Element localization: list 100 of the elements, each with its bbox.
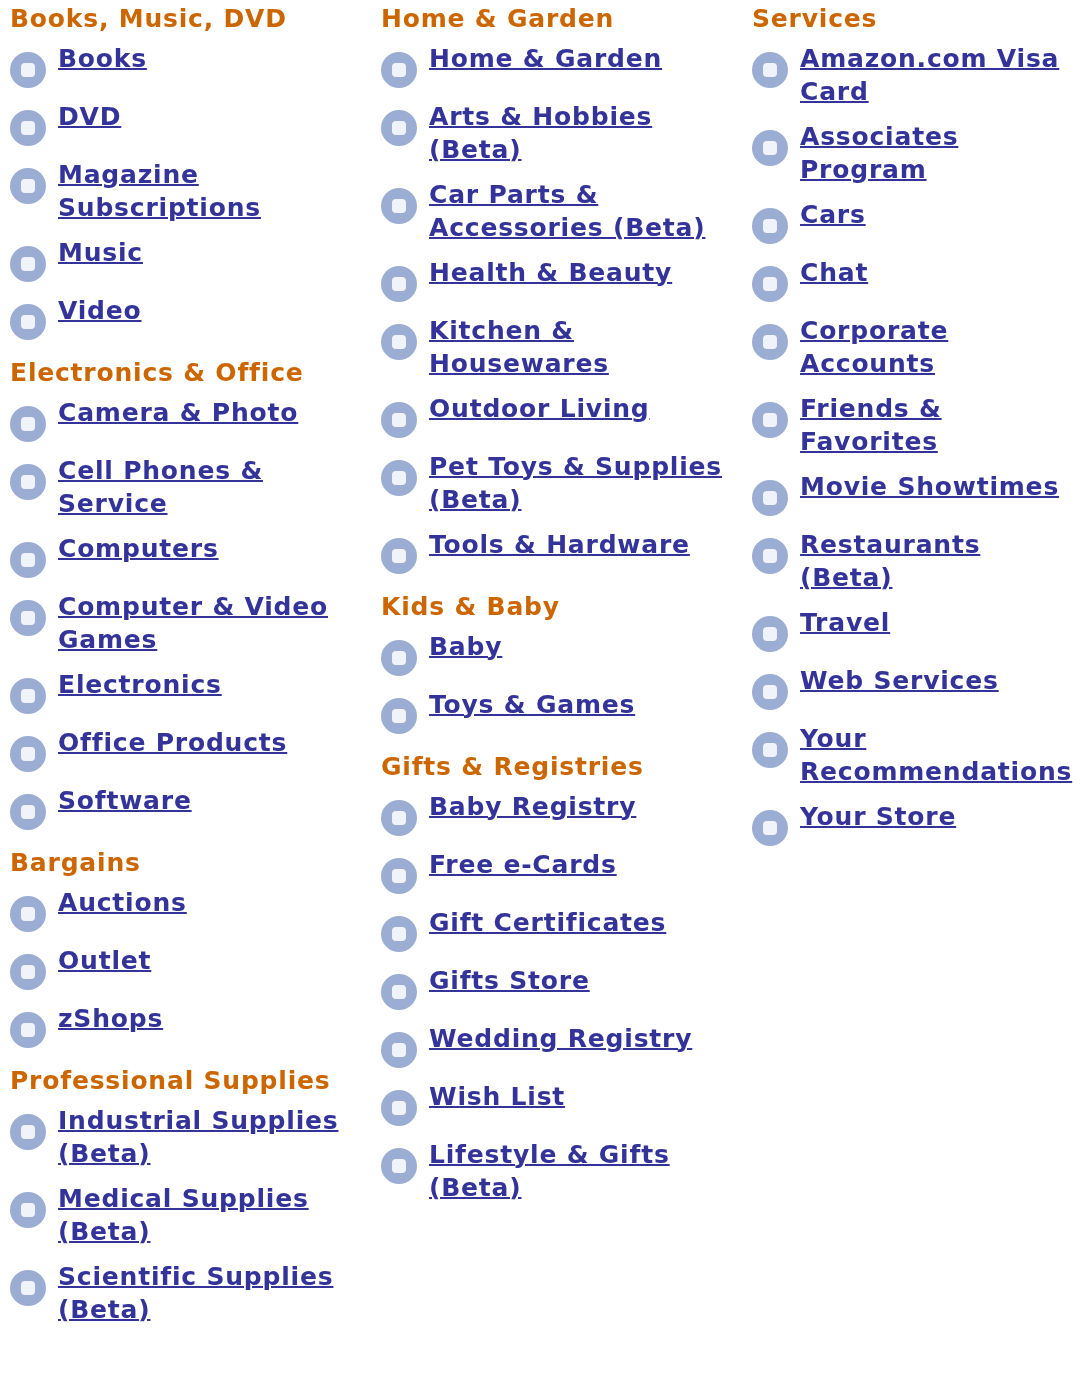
category-link[interactable]: Medical Supplies (Beta) — [58, 1182, 343, 1248]
category-link[interactable]: Industrial Supplies (Beta) — [58, 1104, 343, 1170]
round-bullet-icon — [381, 188, 417, 224]
category-link[interactable]: Video — [58, 294, 142, 327]
round-bullet-icon — [10, 600, 46, 636]
category-link[interactable]: Gift Certificates — [429, 906, 667, 939]
category-link[interactable]: Baby — [429, 630, 503, 663]
round-bullet-icon — [381, 1032, 417, 1068]
round-bullet-icon — [10, 1270, 46, 1306]
round-bullet-icon — [381, 974, 417, 1010]
section-heading: Professional Supplies — [10, 1065, 332, 1097]
round-bullet-icon — [752, 538, 788, 574]
category-link[interactable]: Cars — [800, 198, 866, 231]
round-bullet-icon — [10, 954, 46, 990]
category-link[interactable]: Tools & Hardware — [429, 528, 690, 561]
round-bullet-icon — [752, 402, 788, 438]
category-link[interactable]: Web Services — [800, 664, 999, 697]
category-link[interactable]: Auctions — [58, 886, 187, 919]
category-link[interactable]: Computers — [58, 532, 219, 565]
round-bullet-icon — [381, 538, 417, 574]
category-link[interactable]: Computer & Video Games — [58, 590, 343, 656]
round-bullet-icon — [381, 640, 417, 676]
category-link[interactable]: Car Parts & Accessories (Beta) — [429, 178, 729, 244]
round-bullet-icon — [381, 916, 417, 952]
round-bullet-icon — [10, 542, 46, 578]
category-link[interactable]: Your Store — [800, 800, 957, 833]
round-bullet-icon — [752, 616, 788, 652]
category-link[interactable]: Camera & Photo — [58, 396, 299, 429]
category-link[interactable]: DVD — [58, 100, 122, 133]
category-link[interactable]: Wedding Registry — [429, 1022, 693, 1055]
round-bullet-icon — [10, 304, 46, 340]
category-link[interactable]: Toys & Games — [429, 688, 636, 721]
category-link[interactable]: Wish List — [429, 1080, 566, 1113]
round-bullet-icon — [10, 168, 46, 204]
category-link[interactable]: Outdoor Living — [429, 392, 650, 425]
category-link[interactable]: Books — [58, 42, 147, 75]
round-bullet-icon — [381, 1148, 417, 1184]
round-bullet-icon — [752, 810, 788, 846]
category-link[interactable]: Free e-Cards — [429, 848, 617, 881]
round-bullet-icon — [752, 732, 788, 768]
category-link[interactable]: Kitchen & Housewares — [429, 314, 729, 380]
category-link[interactable]: Scientific Supplies (Beta) — [58, 1260, 343, 1326]
round-bullet-icon — [752, 324, 788, 360]
round-bullet-icon — [752, 208, 788, 244]
round-bullet-icon — [10, 1192, 46, 1228]
category-link[interactable]: Associates Program — [800, 120, 1078, 186]
round-bullet-icon — [381, 858, 417, 894]
category-link[interactable]: Your Recommendations — [800, 722, 1078, 788]
round-bullet-icon — [752, 52, 788, 88]
round-bullet-icon — [381, 402, 417, 438]
round-bullet-icon — [10, 678, 46, 714]
category-link[interactable]: Arts & Hobbies (Beta) — [429, 100, 729, 166]
section-heading: Home & Garden — [381, 3, 616, 35]
section-heading: Electronics & Office — [10, 357, 305, 389]
category-link[interactable]: Office Products — [58, 726, 288, 759]
round-bullet-icon — [10, 1012, 46, 1048]
category-link[interactable]: Software — [58, 784, 192, 817]
round-bullet-icon — [10, 1114, 46, 1150]
round-bullet-icon — [381, 52, 417, 88]
category-link[interactable]: Gifts Store — [429, 964, 590, 997]
round-bullet-icon — [10, 246, 46, 282]
section-heading: Gifts & Registries — [381, 751, 645, 783]
round-bullet-icon — [10, 464, 46, 500]
category-link[interactable]: Restaurants (Beta) — [800, 528, 1078, 594]
category-link[interactable]: Electronics — [58, 668, 222, 701]
category-link[interactable]: Home & Garden — [429, 42, 663, 75]
round-bullet-icon — [752, 130, 788, 166]
round-bullet-icon — [10, 794, 46, 830]
category-link[interactable]: Travel — [800, 606, 891, 639]
category-link[interactable]: Pet Toys & Supplies (Beta) — [429, 450, 729, 516]
round-bullet-icon — [10, 52, 46, 88]
category-link[interactable]: zShops — [58, 1002, 164, 1035]
category-link[interactable]: Friends & Favorites — [800, 392, 1078, 458]
section-heading: Kids & Baby — [381, 591, 561, 623]
category-link[interactable]: Magazine Subscriptions — [58, 158, 343, 224]
round-bullet-icon — [10, 736, 46, 772]
round-bullet-icon — [381, 1090, 417, 1126]
round-bullet-icon — [752, 480, 788, 516]
category-link[interactable]: Music — [58, 236, 143, 269]
category-link[interactable]: Baby Registry — [429, 790, 637, 823]
round-bullet-icon — [381, 698, 417, 734]
section-heading: Services — [752, 3, 879, 35]
category-link[interactable]: Corporate Accounts — [800, 314, 1078, 380]
round-bullet-icon — [752, 674, 788, 710]
category-link[interactable]: Cell Phones & Service — [58, 454, 343, 520]
category-link[interactable]: Chat — [800, 256, 869, 289]
round-bullet-icon — [10, 110, 46, 146]
round-bullet-icon — [381, 266, 417, 302]
category-link[interactable]: Outlet — [58, 944, 152, 977]
round-bullet-icon — [381, 800, 417, 836]
round-bullet-icon — [10, 406, 46, 442]
section-heading: Books, Music, DVD — [10, 3, 288, 35]
category-link[interactable]: Amazon.com Visa Card — [800, 42, 1078, 108]
round-bullet-icon — [381, 460, 417, 496]
category-link[interactable]: Lifestyle & Gifts (Beta) — [429, 1138, 729, 1204]
round-bullet-icon — [752, 266, 788, 302]
category-link[interactable]: Movie Showtimes — [800, 470, 1060, 503]
category-link[interactable]: Health & Beauty — [429, 256, 673, 289]
section-heading: Bargains — [10, 847, 142, 879]
round-bullet-icon — [10, 896, 46, 932]
